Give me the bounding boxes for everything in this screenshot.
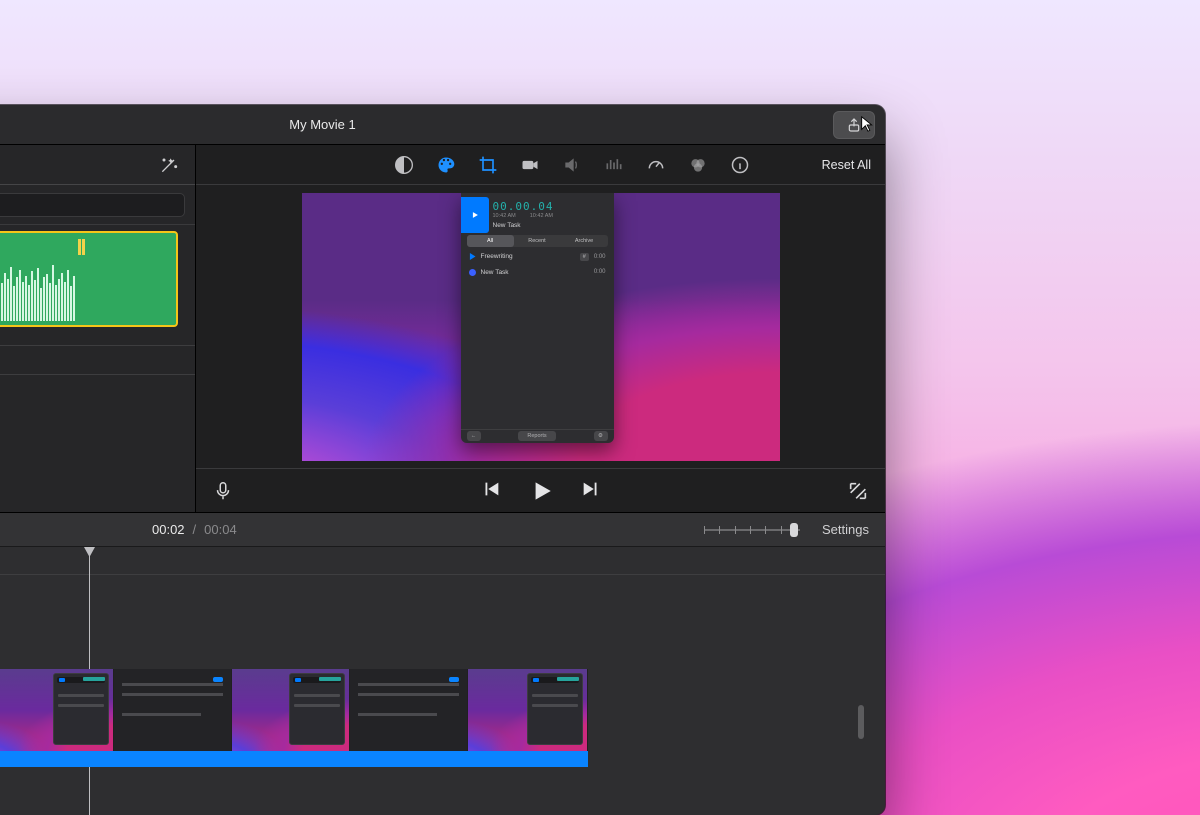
slider-knob[interactable] — [790, 523, 798, 537]
crop-button[interactable] — [478, 155, 498, 175]
clip-thumbnail[interactable] — [114, 669, 232, 751]
titlebar: My Movie 1 — [0, 105, 885, 145]
task-item-duration: 0:00 — [594, 254, 606, 260]
search-input[interactable] — [0, 197, 176, 212]
task-item-badge: # — [580, 253, 589, 261]
task-app-start-time: 10:42 AM — [493, 213, 516, 219]
info-button[interactable] — [730, 155, 750, 175]
task-app-back-button: ← — [467, 431, 481, 441]
share-button[interactable] — [833, 111, 875, 139]
clip-thumbnail[interactable] — [468, 669, 588, 751]
playhead-time: 00:02 — [152, 522, 185, 537]
waveform-thumbnail — [0, 231, 178, 327]
preview-stage: 00.00.04 10:42 AM 10:42 AM New Task All … — [196, 185, 885, 468]
task-app-end-time: 10:42 AM — [530, 213, 553, 219]
task-app-play-button — [461, 197, 489, 233]
audio-track[interactable] — [0, 751, 588, 767]
task-app-current-task: New Task — [493, 222, 608, 229]
clip-thumbnail[interactable] — [350, 669, 468, 751]
noise-reduce-button[interactable] — [604, 155, 624, 175]
previous-button[interactable] — [480, 478, 502, 500]
task-item-duration: 0:00 — [594, 269, 606, 275]
task-item-label: Freewriting — [481, 253, 575, 260]
task-app-list: Freewriting # 0:00 New Task 0:00 — [461, 247, 614, 429]
speaker-icon — [562, 155, 582, 175]
time-ruler[interactable] — [0, 547, 885, 575]
color-balance-button[interactable] — [394, 155, 414, 175]
play-button[interactable] — [528, 478, 554, 504]
task-app-reports-button: Reports — [518, 431, 556, 441]
skip-back-icon — [480, 478, 502, 500]
dot-icon — [469, 269, 476, 276]
next-button[interactable] — [580, 478, 602, 500]
expand-icon — [847, 480, 869, 502]
timeline[interactable] — [0, 547, 885, 815]
play-icon — [528, 478, 554, 504]
timeline-header: 00:02 / 00:04 Settings — [0, 513, 885, 547]
video-track[interactable] — [0, 669, 588, 759]
preview-transport — [196, 468, 885, 512]
project-duration: 00:04 — [204, 522, 237, 537]
clip-thumbnail[interactable] — [232, 669, 350, 751]
color-correction-button[interactable] — [436, 155, 456, 175]
task-app-timer: 00.00.04 — [493, 201, 608, 212]
time-separator: / — [193, 522, 197, 537]
half-circle-icon — [394, 155, 414, 175]
play-small-icon — [469, 253, 476, 260]
task-app-tab-recent: Recent — [514, 235, 561, 247]
task-app-tabs: All Recent Archive — [467, 235, 608, 247]
palette-icon — [436, 155, 456, 175]
imovie-window: My Movie 1 itions — [0, 105, 885, 815]
audio-browser-item[interactable] — [0, 231, 185, 327]
camera-icon — [520, 155, 540, 175]
skip-forward-icon — [580, 478, 602, 500]
task-app-footer: ← Reports ⚙ — [461, 429, 614, 443]
stabilize-button[interactable] — [520, 155, 540, 175]
magic-wand-button[interactable] — [155, 151, 183, 179]
timeline-settings-button[interactable]: Settings — [822, 522, 869, 537]
list-header: Genre — [0, 345, 195, 375]
task-app-tab-archive: Archive — [561, 235, 608, 247]
preview-frame[interactable]: 00.00.04 10:42 AM 10:42 AM New Task All … — [302, 193, 780, 461]
magic-wand-icon — [159, 155, 179, 175]
zoom-slider[interactable] — [704, 522, 800, 538]
search-field[interactable] — [0, 193, 185, 217]
task-app-window: 00.00.04 10:42 AM 10:42 AM New Task All … — [461, 193, 614, 443]
speedometer-icon — [646, 155, 666, 175]
adjustments-bar: Reset All — [196, 145, 885, 185]
preview-panel: Reset All 00.00.04 10:42 AM — [196, 145, 885, 512]
info-icon — [730, 155, 750, 175]
search-row — [0, 185, 195, 225]
play-icon — [470, 210, 480, 220]
speed-button[interactable] — [646, 155, 666, 175]
task-app-gear-button: ⚙ — [594, 431, 608, 441]
upper-panels: itions — [0, 145, 885, 513]
crop-icon — [478, 155, 498, 175]
task-app-item: New Task 0:00 — [469, 269, 606, 276]
vertical-scrollbar[interactable] — [858, 705, 864, 739]
share-icon — [846, 117, 862, 133]
reset-all-button[interactable]: Reset All — [822, 158, 871, 172]
clip-thumbnail[interactable] — [0, 669, 114, 751]
equalizer-icon — [604, 155, 624, 175]
overlap-circles-icon — [688, 155, 708, 175]
task-item-label: New Task — [481, 269, 589, 276]
media-browser: itions — [0, 145, 196, 512]
task-app-tab-all: All — [467, 235, 514, 247]
media-browser-tabs: itions — [0, 145, 195, 185]
project-title: My Movie 1 — [0, 117, 885, 132]
volume-button[interactable] — [562, 155, 582, 175]
filters-button[interactable] — [688, 155, 708, 175]
fullscreen-button[interactable] — [847, 480, 869, 502]
task-app-item: Freewriting # 0:00 — [469, 253, 606, 261]
